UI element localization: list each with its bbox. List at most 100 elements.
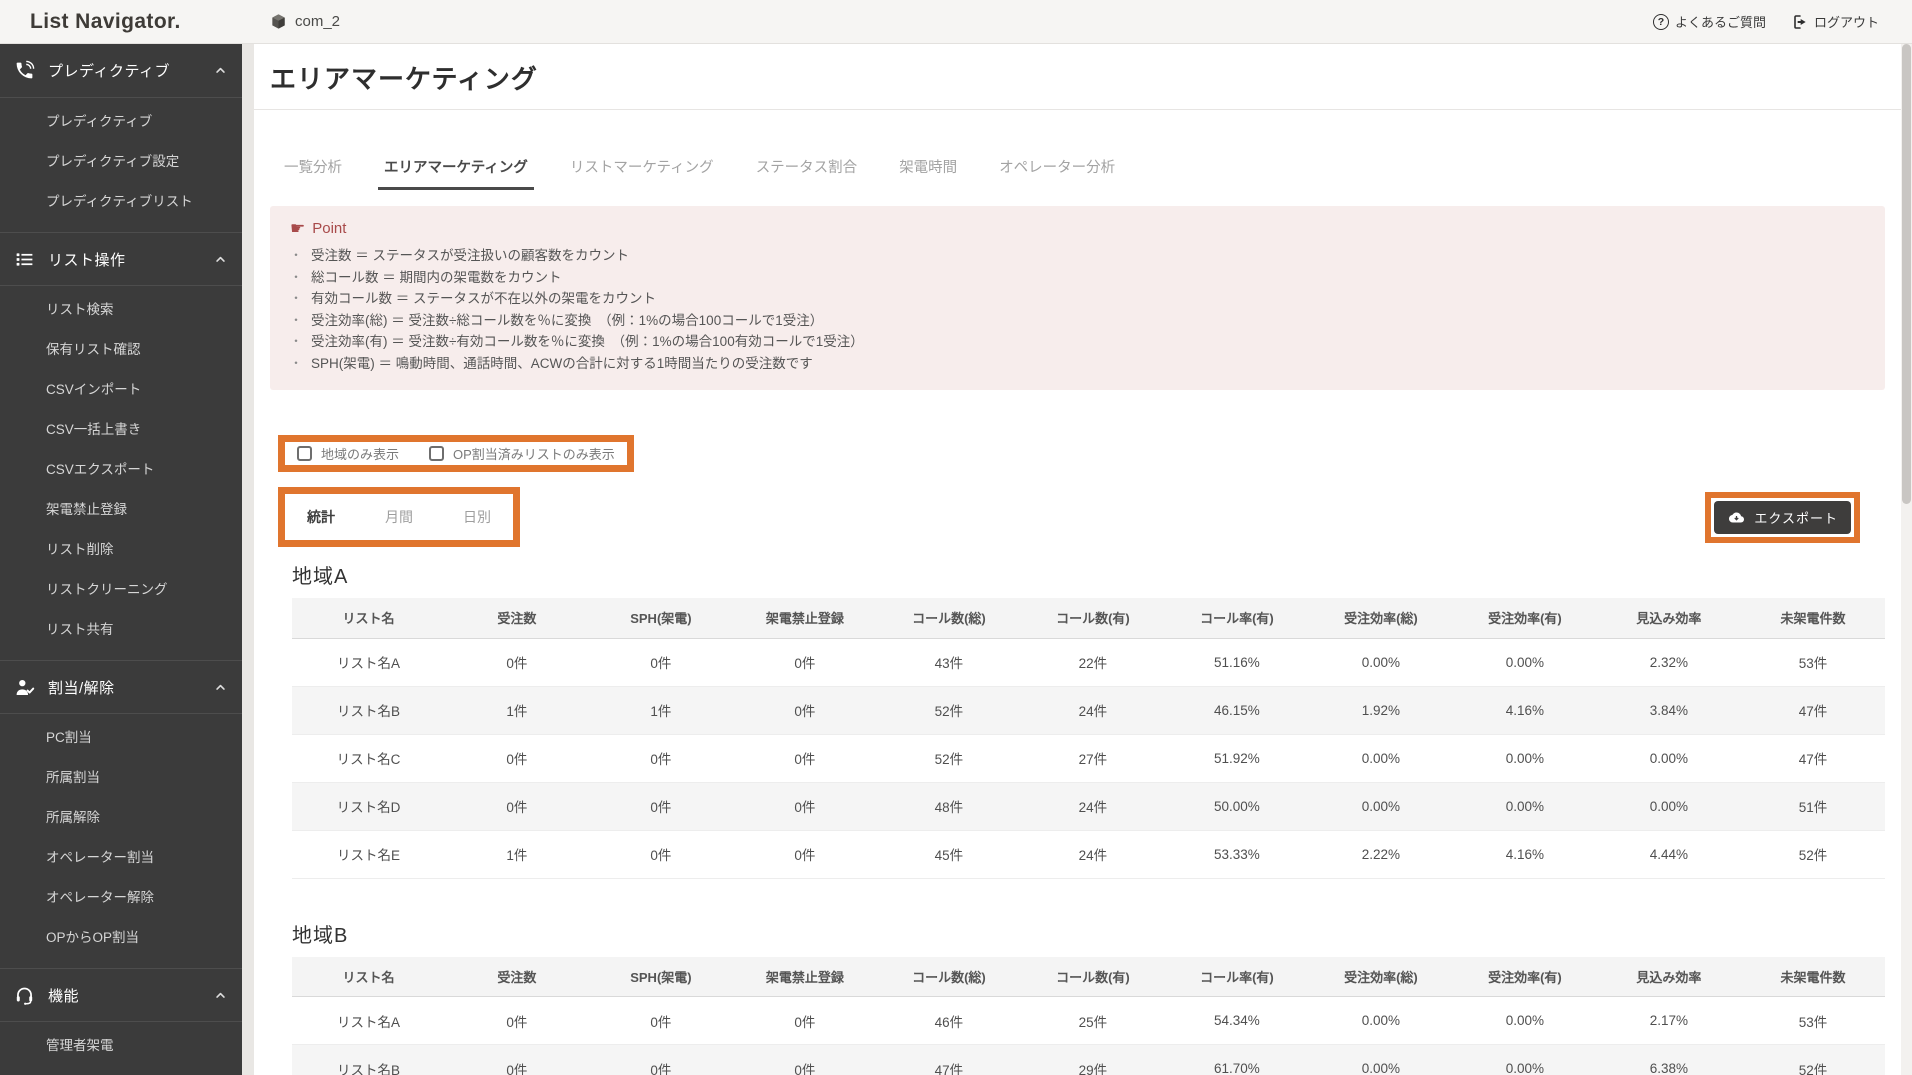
sidebar-section-header[interactable]: プレディクティブ (0, 44, 242, 98)
view-tab[interactable]: 統計 (307, 507, 335, 527)
faq-label: よくあるご質問 (1674, 15, 1766, 30)
bullet-dot: ・ (290, 355, 303, 370)
chevron-up-icon (213, 252, 228, 267)
table-cell: 0.00% (1452, 638, 1597, 687)
table-cell: 50.00% (1164, 782, 1309, 831)
column-header: リスト名 (292, 598, 445, 639)
point-bullet-text: 総コール数 ＝ 期間内の架電数をカウント (311, 269, 562, 285)
table-cell: 47件 (1740, 686, 1885, 735)
sidebar-item-list: PC割当 所属割当 所属解除 オペレーター割当 オペレーター解除 OPからOP割当 (0, 714, 242, 968)
table-cell: 1件 (588, 686, 733, 735)
sidebar-item[interactable]: オペレーター割当 (0, 838, 242, 878)
scrollbar-thumb[interactable] (1902, 44, 1911, 504)
analysis-tab[interactable]: リストマーケティング (564, 156, 720, 190)
table-cell: 22件 (1020, 638, 1165, 687)
sidebar-item[interactable]: プレディクティブリスト (0, 182, 242, 222)
table-cell: 24件 (1020, 782, 1165, 831)
checkbox-label: OP割当済みリストのみ表示 (453, 447, 615, 462)
sidebar-item-list: リスト検索 保有リスト確認 CSVインポート CSV一括上書き CSVエクスポート 架電禁… (0, 286, 242, 660)
app-logo[interactable]: List Navigator. (30, 10, 220, 34)
analysis-tab[interactable]: 一覧分析 (278, 156, 348, 190)
table-cell: 0.00% (1308, 638, 1453, 687)
view-tab[interactable]: 日別 (463, 507, 491, 527)
table-cell: 48件 (876, 782, 1021, 831)
table-row: リスト名D 0件 0件 0件 48件 24件 50.00% 0.00% 0.00% 0.00% 51… (292, 782, 1885, 831)
logout-label: ログアウト (1813, 15, 1879, 30)
table-row: リスト名B 0件 0件 0件 47件 29件 61.70% 0.00% 0.00% 6.38% 52… (292, 1044, 1885, 1075)
table-cell: 0件 (732, 638, 877, 687)
filter-checkbox[interactable]: OP割当済みリストのみ表示 (429, 444, 615, 463)
sidebar-item[interactable]: CSVインポート (0, 370, 242, 410)
table-cell: 0件 (732, 830, 877, 879)
sidebar-section-header[interactable]: 機能 (0, 968, 242, 1022)
sidebar-section-header[interactable]: 割当/解除 (0, 660, 242, 714)
analysis-tab[interactable]: ステータス割合 (750, 156, 864, 190)
analysis-tab[interactable]: オペレーター分析 (993, 156, 1121, 190)
table-cell: 24件 (1020, 686, 1165, 735)
title-bar: エリアマーケティング (254, 44, 1901, 110)
point-bullet: ・総コール数 ＝ 期間内の架電数をカウント (290, 267, 1865, 289)
point-bullet: ・受注効率(総) ＝ 受注数÷総コール数を％に変換 （例：1%の場合100コール… (290, 310, 1865, 332)
table-cell: 0.00% (1308, 1044, 1453, 1075)
workspace-selector[interactable]: com_2 (270, 13, 340, 30)
sidebar-item[interactable]: 架電禁止登録 (0, 490, 242, 530)
table-cell: 2.22% (1308, 830, 1453, 879)
sidebar-item[interactable]: 所属割当 (0, 758, 242, 798)
sidebar-item[interactable]: オペレーター解除 (0, 878, 242, 918)
sidebar-item[interactable]: リスト共有 (0, 610, 242, 650)
page-scrollbar[interactable] (1901, 44, 1912, 1075)
top-header: List Navigator. com_2 ? よくあるご質問 ログアウト (0, 0, 1912, 44)
checkbox-label: 地域のみ表示 (321, 447, 400, 462)
point-box: ☛ Point ・受注数 ＝ ステータスが受注扱いの顧客数をカウント・総コール数… (270, 206, 1885, 390)
sidebar-item[interactable]: 所属解除 (0, 798, 242, 838)
column-header: リスト名 (292, 956, 445, 997)
table-cell: 27件 (1020, 734, 1165, 783)
sidebar-item[interactable]: PC割当 (0, 718, 242, 758)
sidebar-item[interactable]: リスト検索 (0, 290, 242, 330)
sidebar-item[interactable]: プレディクティブ設定 (0, 142, 242, 182)
sidebar-item[interactable]: 管理者架電 (0, 1026, 242, 1066)
chevron-up-icon (213, 680, 228, 695)
sidebar-item[interactable]: OPからOP割当 (0, 918, 242, 958)
sidebar-section-label: リスト操作 (48, 251, 126, 269)
table-cell: 47件 (876, 1044, 1021, 1075)
view-tab[interactable]: 月間 (385, 507, 413, 527)
column-header: コール数(総) (876, 598, 1021, 639)
main-panel: エリアマーケティング 一覧分析 エリアマーケティング リストマーケティング ステータス… (254, 44, 1901, 1075)
checkbox-box[interactable] (297, 446, 312, 461)
point-bullet: ・ SPH(架電) ＝ 鳴動時間、通話時間、ACWの合計に対する1時間当たりの受注… (290, 353, 1865, 375)
point-bullet: ・受注数 ＝ ステータスが受注扱いの顧客数をカウント (290, 245, 1865, 267)
export-button[interactable]: エクスポート (1714, 501, 1851, 534)
analysis-tab[interactable]: エリアマーケティング (378, 156, 534, 190)
view-tabs-highlight: 統計 月間 日別 (278, 487, 520, 547)
faq-link[interactable]: ? よくあるご質問 (1652, 12, 1766, 31)
sidebar-item[interactable]: リストクリーニング (0, 570, 242, 610)
analysis-tab[interactable]: 架電時間 (893, 156, 963, 190)
workspace-name: com_2 (295, 13, 341, 30)
region-heading: 地域B (292, 924, 349, 947)
sidebar-item[interactable]: 保有リスト確認 (0, 330, 242, 370)
sidebar-item[interactable]: CSVエクスポート (0, 450, 242, 490)
table-cell: リスト名A (292, 996, 445, 1045)
table-cell: 0.00% (1452, 734, 1597, 783)
cloud-download-icon (1727, 510, 1746, 525)
checkbox-box[interactable] (429, 446, 445, 461)
filter-checkbox[interactable]: 地域のみ表示 (297, 444, 399, 463)
filter-row: 地域のみ表示 OP割当済みリストのみ表示 (278, 435, 1885, 472)
logout-link[interactable]: ログアウト (1792, 12, 1879, 31)
export-label: エクスポート (1754, 511, 1838, 526)
table-cell: 0.00% (1596, 782, 1741, 831)
sidebar-section-header[interactable]: リスト操作 (0, 232, 242, 286)
region-section: 地域A リスト名 受注数 SPH(架電) 架電禁止登録 コール数(総) コール数(有) コール… (292, 560, 1885, 879)
point-bullet-text: 有効コール数 ＝ ステータスが不在以外の架電をカウント (311, 291, 657, 306)
table-cell: 53.33% (1164, 830, 1309, 879)
sidebar-section-label: 割当/解除 (48, 679, 115, 697)
table-row: リスト名C 0件 0件 0件 52件 27件 51.92% 0.00% 0.00% 0.00% 47… (292, 734, 1885, 783)
sidebar-item[interactable]: リスト削除 (0, 530, 242, 570)
sidebar-item[interactable]: CSV一括上書き (0, 410, 242, 450)
table-cell: 0件 (588, 782, 733, 831)
table-cell: リスト名B (292, 1044, 445, 1075)
sidebar-item[interactable]: プレディクティブ (0, 102, 242, 142)
table-row: リスト名A 0件 0件 0件 46件 25件 54.34% 0.00% 0.00% 2.17% 53… (292, 996, 1885, 1045)
table-cell: 0件 (588, 830, 733, 879)
